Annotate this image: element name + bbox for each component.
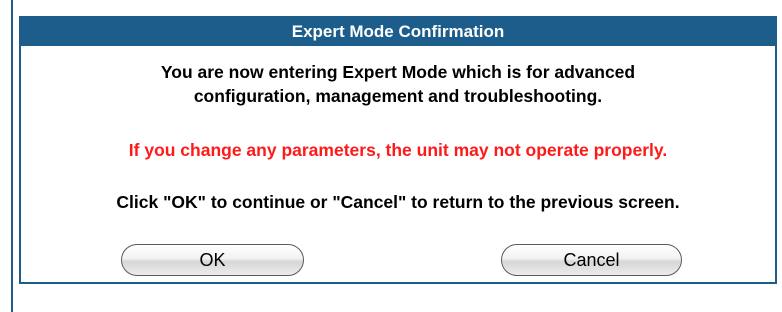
- dialog-message: You are now entering Expert Mode which i…: [21, 60, 775, 108]
- instruction-message: Click "OK" to continue or "Cancel" to re…: [116, 192, 680, 212]
- warning-message: If you change any parameters, the unit m…: [128, 140, 668, 160]
- message-line-1: You are now entering Expert Mode which i…: [160, 62, 636, 82]
- dialog-title: Expert Mode Confirmation: [21, 18, 775, 46]
- page-left-border: [11, 0, 13, 312]
- cancel-button[interactable]: Cancel: [501, 244, 682, 276]
- expert-mode-confirmation-dialog: Expert Mode Confirmation You are now ent…: [19, 16, 777, 284]
- message-line-2: configuration, management and troublesho…: [193, 86, 603, 106]
- ok-button[interactable]: OK: [121, 244, 304, 276]
